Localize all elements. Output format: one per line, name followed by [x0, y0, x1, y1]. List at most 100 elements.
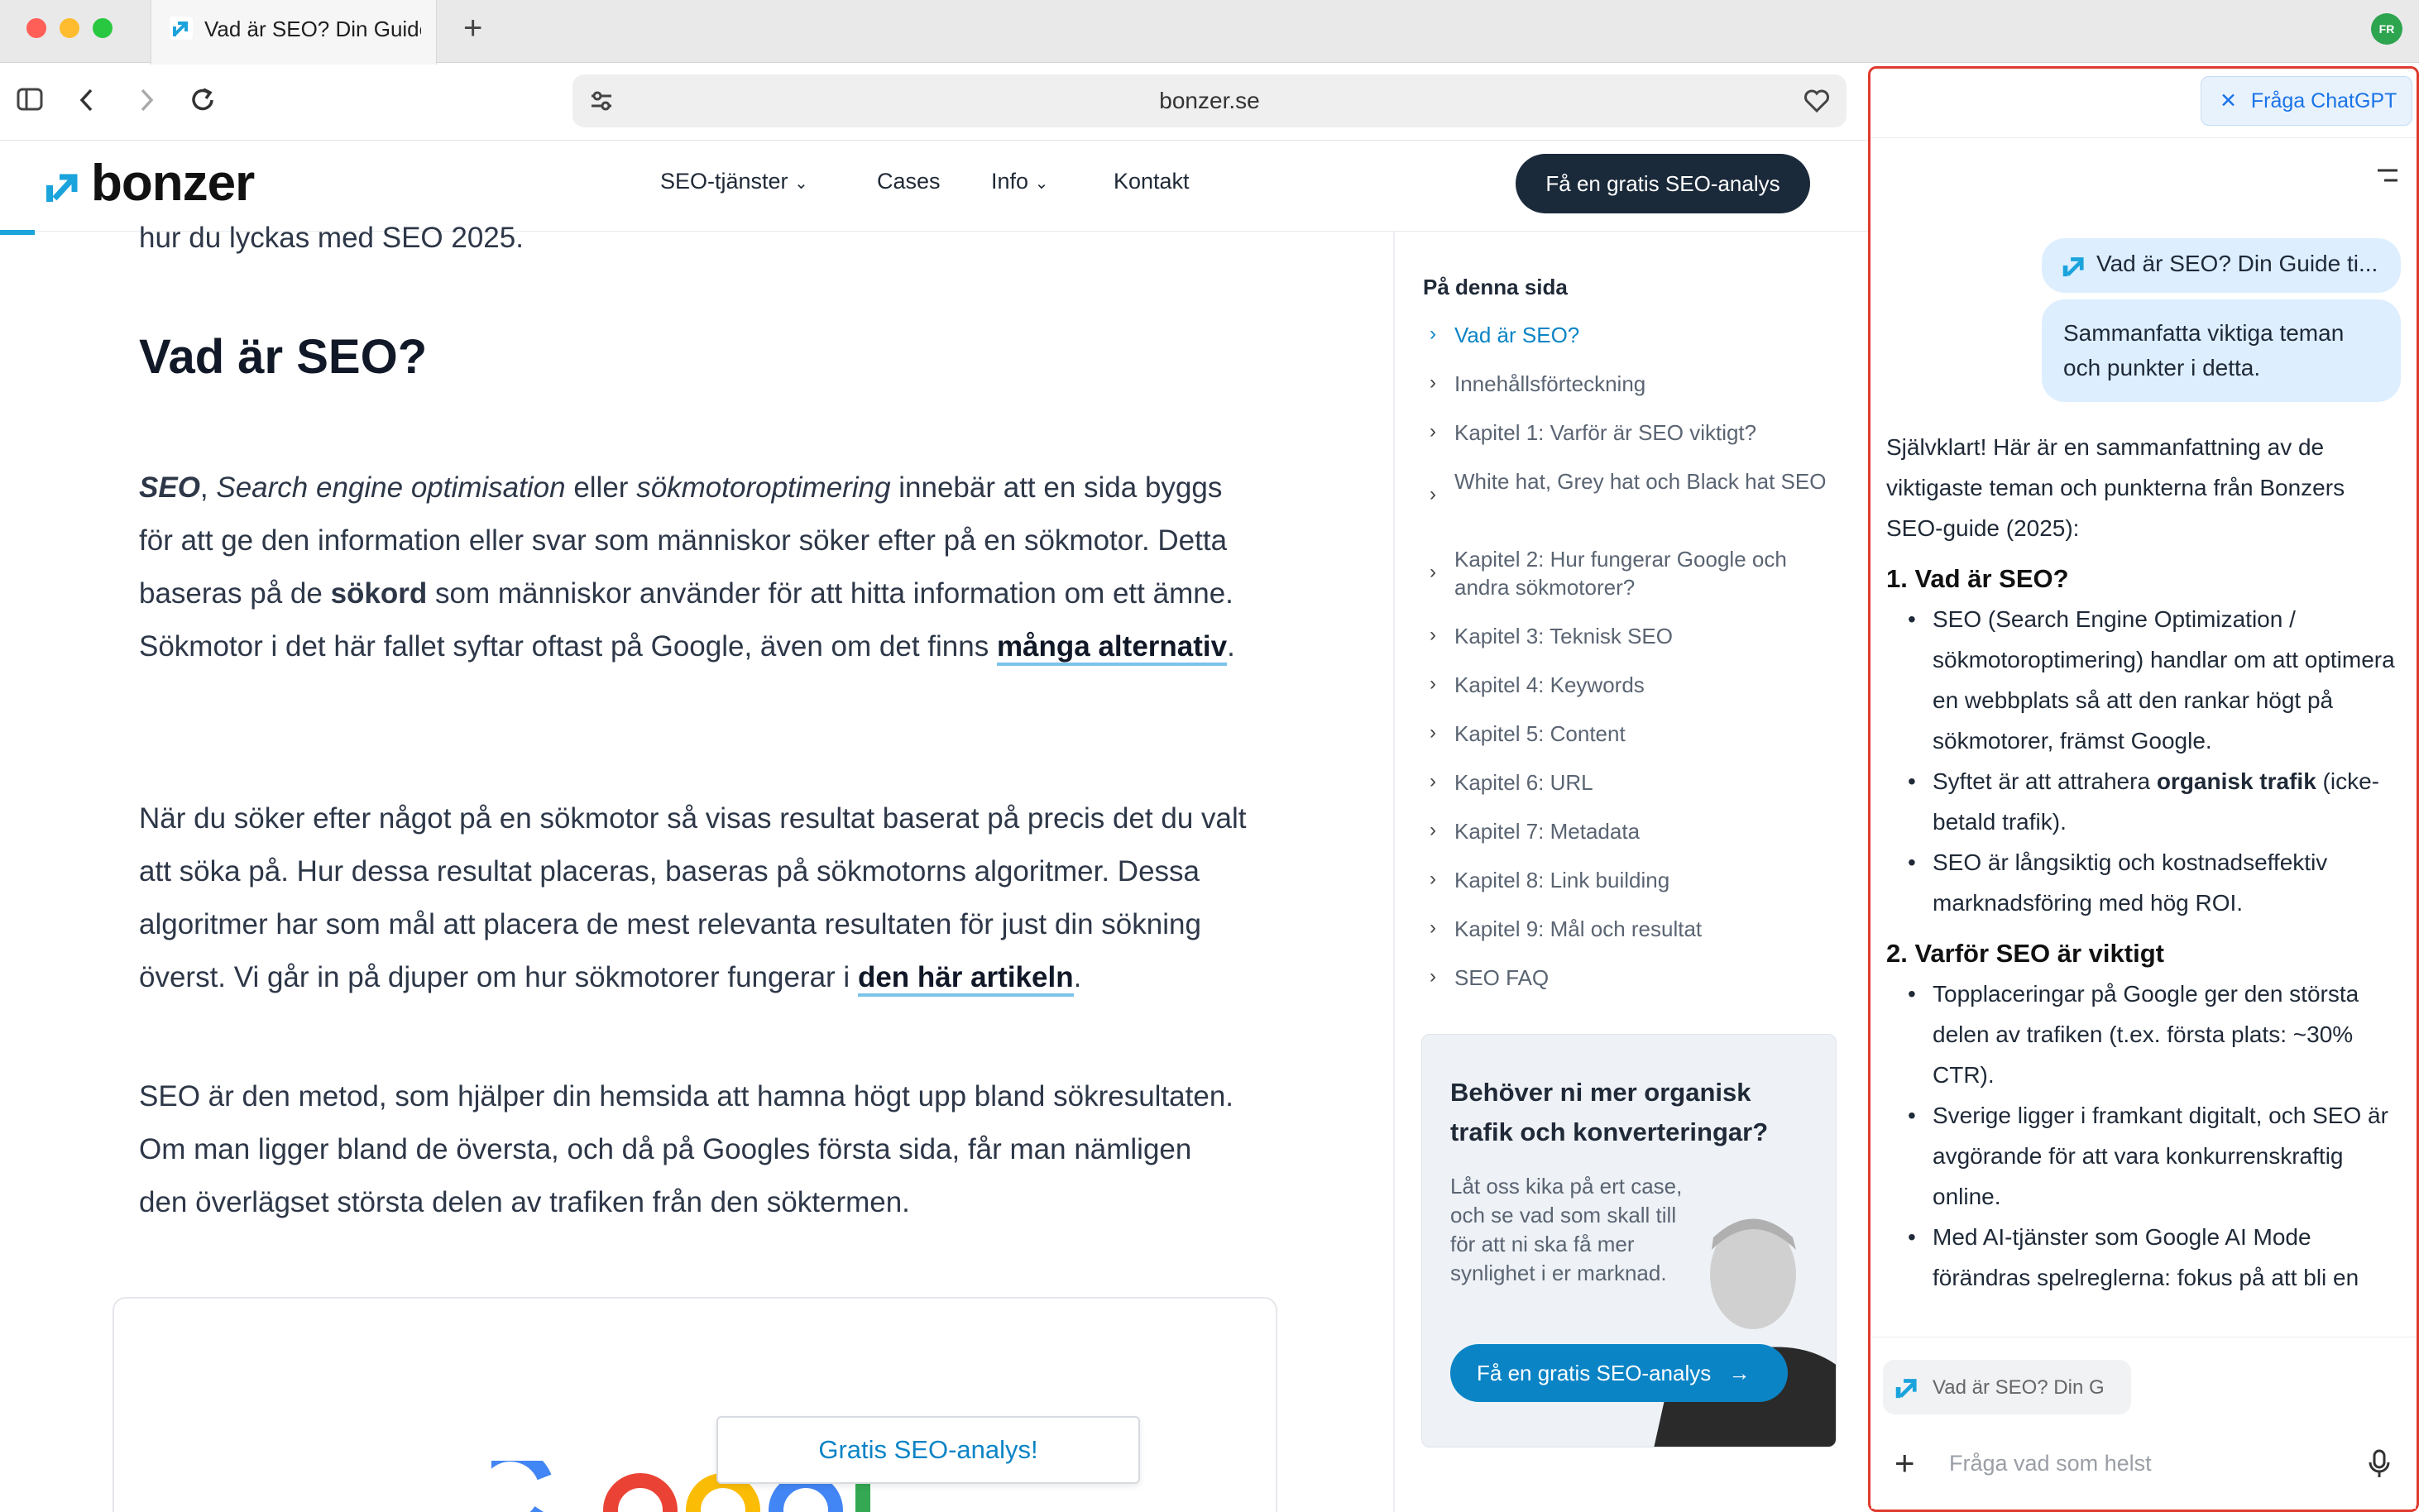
chevron-right-icon: › — [1430, 819, 1436, 841]
chat-input[interactable]: Fråga vad som helst — [1949, 1451, 2152, 1476]
arrow-right-icon: → — [1728, 1361, 1751, 1385]
reload-icon[interactable] — [189, 86, 217, 114]
toc-item-innehall[interactable]: Innehållsförteckning — [1454, 370, 1835, 398]
reading-progress-bar — [0, 230, 35, 235]
chevron-down-icon: ⌄ — [794, 175, 808, 193]
floating-seo-analysis-button[interactable]: Gratis SEO-analys! — [716, 1416, 1140, 1484]
context-chip[interactable]: Vad är SEO? Din G — [1883, 1360, 2131, 1414]
text-fragment: Syftet är att attrahera — [1933, 768, 2157, 794]
toc-item-kapitel-4[interactable]: Kapitel 4: Keywords — [1454, 671, 1835, 699]
toc-item-kapitel-8[interactable]: Kapitel 8: Link building — [1454, 866, 1835, 894]
chevron-right-icon: › — [1430, 483, 1436, 505]
toc-item-kapitel-7[interactable]: Kapitel 7: Metadata — [1454, 817, 1835, 845]
promo-cta-label: Få en gratis SEO-analys — [1477, 1361, 1712, 1385]
favorite-heart-icon[interactable] — [1803, 89, 1830, 112]
panel-divider — [1871, 137, 2416, 138]
chevron-down-icon: ⌄ — [1034, 175, 1049, 193]
nav-info-label: Info — [991, 169, 1029, 194]
microphone-icon[interactable] — [2368, 1449, 2391, 1479]
chevron-right-icon: › — [1430, 868, 1436, 890]
tab-title: Vad är SEO? Din Guide — [204, 17, 421, 41]
toc-item-kapitel-5[interactable]: Kapitel 5: Content — [1454, 720, 1835, 748]
consultant-photo — [1654, 1218, 1836, 1447]
section-1-bullet-3: SEO är långsiktig och kostnadseffektiv m… — [1886, 842, 2399, 923]
alternatives-link[interactable]: många alternativ — [996, 630, 1228, 666]
toc-item-kapitel-2[interactable]: Kapitel 2: Hur fungerar Google och andra… — [1454, 545, 1835, 601]
sidebar-divider — [1393, 232, 1395, 1512]
article-cut-line: hur du lyckas med SEO 2025. — [139, 222, 524, 254]
article-paragraph-3: SEO är den metod, som hjälper din hemsid… — [139, 1080, 1234, 1218]
profile-avatar[interactable]: FR — [2371, 13, 2402, 45]
bonzer-favicon-icon — [2062, 257, 2084, 277]
article-heading: Vad är SEO? — [139, 330, 428, 384]
section-1-bullet-2: Syftet är att attrahera organisk trafik … — [1886, 761, 2399, 842]
promo-cta-button[interactable]: Få en gratis SEO-analys → — [1450, 1344, 1788, 1402]
header-cta-button[interactable]: Få en gratis SEO-analys — [1516, 154, 1810, 213]
chevron-right-icon: › — [1430, 561, 1436, 583]
browser-tab[interactable]: Vad är SEO? Din Guide — [151, 0, 437, 65]
text-fragment: , — [199, 471, 217, 504]
close-window-button[interactable] — [26, 18, 46, 38]
text-fragment: . — [1227, 630, 1235, 663]
chevron-right-icon: › — [1430, 323, 1436, 345]
bonzer-favicon-icon — [170, 17, 193, 40]
attachment-title: Vad är SEO? Din Guide ti... — [2096, 251, 2378, 276]
chevron-right-icon: › — [1430, 371, 1436, 394]
toc-item-kapitel-3[interactable]: Kapitel 3: Teknisk SEO — [1454, 622, 1835, 650]
sokord-term: sökord — [330, 577, 428, 610]
ask-chatgpt-label: Fråga ChatGPT — [2250, 89, 2397, 112]
nav-contact[interactable]: Kontakt — [1114, 169, 1190, 194]
toc-item-vad-ar-seo[interactable]: Vad är SEO? — [1454, 321, 1835, 349]
article-link[interactable]: den här artikeln — [857, 961, 1074, 997]
assistant-intro: Självklart! Här är en sammanfattning av … — [1886, 434, 2345, 541]
add-attachment-button[interactable]: + — [1894, 1446, 1915, 1481]
toc-item-seo-faq[interactable]: SEO FAQ — [1454, 964, 1835, 992]
context-chip-label: Vad är SEO? Din G — [1933, 1376, 2105, 1399]
toc-item-kapitel-1[interactable]: Kapitel 1: Varför är SEO viktigt? — [1454, 419, 1835, 447]
article-paragraph-2: När du söker efter något på en sökmotor … — [139, 792, 1248, 1004]
chevron-right-icon: › — [1430, 965, 1436, 988]
toc-item-kapitel-9[interactable]: Kapitel 9: Mål och resultat — [1454, 915, 1835, 943]
section-2-bullet-1: Topplaceringar på Google ger den största… — [1886, 974, 2399, 1095]
address-bar[interactable]: bonzer.se — [572, 74, 1847, 127]
site-logo[interactable]: bonzer — [91, 154, 255, 213]
text-fragment: eller — [565, 471, 637, 504]
sokmotor-term: sökmotoroptimering — [636, 471, 891, 504]
text-fragment: . — [1073, 961, 1082, 993]
chevron-right-icon: › — [1430, 624, 1436, 646]
close-icon[interactable]: ✕ — [2220, 89, 2237, 112]
maximize-window-button[interactable] — [93, 18, 113, 38]
chevron-right-icon: › — [1430, 770, 1436, 792]
new-tab-button[interactable]: + — [463, 10, 482, 47]
search-engine-term: Search engine optimisation — [216, 471, 566, 504]
minimize-window-button[interactable] — [60, 18, 79, 38]
section-1-title: 1. Vad är SEO? — [1886, 564, 2069, 593]
toc-item-white-hat[interactable]: White hat, Grey hat och Black hat SEO — [1454, 467, 1835, 495]
chevron-right-icon: › — [1430, 420, 1436, 443]
section-1-bullet-1: SEO (Search Engine Optimization / sökmot… — [1886, 599, 2399, 761]
menu-icon[interactable] — [2374, 165, 2399, 185]
nav-info[interactable]: Info ⌄ — [991, 169, 1048, 194]
sidebar-toggle-icon[interactable] — [17, 88, 43, 111]
back-icon[interactable] — [78, 88, 96, 112]
chevron-right-icon: › — [1430, 672, 1436, 695]
ask-chatgpt-button[interactable]: ✕ Fråga ChatGPT — [2201, 76, 2412, 126]
assistant-response: Självklart! Här är en sammanfattning av … — [1886, 427, 2399, 1298]
forward-icon[interactable] — [137, 88, 156, 112]
user-attachment-bubble[interactable]: Vad är SEO? Din Guide ti... — [2042, 238, 2401, 293]
chevron-right-icon: › — [1430, 916, 1436, 939]
organic-traffic-term: organisk trafik — [2156, 768, 2316, 794]
section-2-title: 2. Varför SEO är viktigt — [1886, 939, 2164, 968]
bonzer-favicon-icon — [1895, 1379, 1917, 1399]
url-text: bonzer.se — [1159, 88, 1260, 113]
promo-card: Behöver ni mer organisk trafik och konve… — [1421, 1034, 1837, 1447]
user-message-bubble: Sammanfatta viktiga teman och punkter i … — [2042, 299, 2401, 402]
bonzer-logo-icon[interactable] — [45, 170, 78, 203]
seo-term: SEO — [139, 471, 200, 504]
toc-item-kapitel-6[interactable]: Kapitel 6: URL — [1454, 768, 1835, 797]
nav-cases[interactable]: Cases — [877, 169, 941, 194]
chevron-right-icon: › — [1430, 721, 1436, 744]
nav-seo-services[interactable]: SEO-tjänster ⌄ — [660, 169, 808, 194]
nav-seo-services-label: SEO-tjänster — [660, 169, 788, 194]
article-paragraph-1: SEO, Search engine optimisation eller sö… — [139, 462, 1248, 673]
